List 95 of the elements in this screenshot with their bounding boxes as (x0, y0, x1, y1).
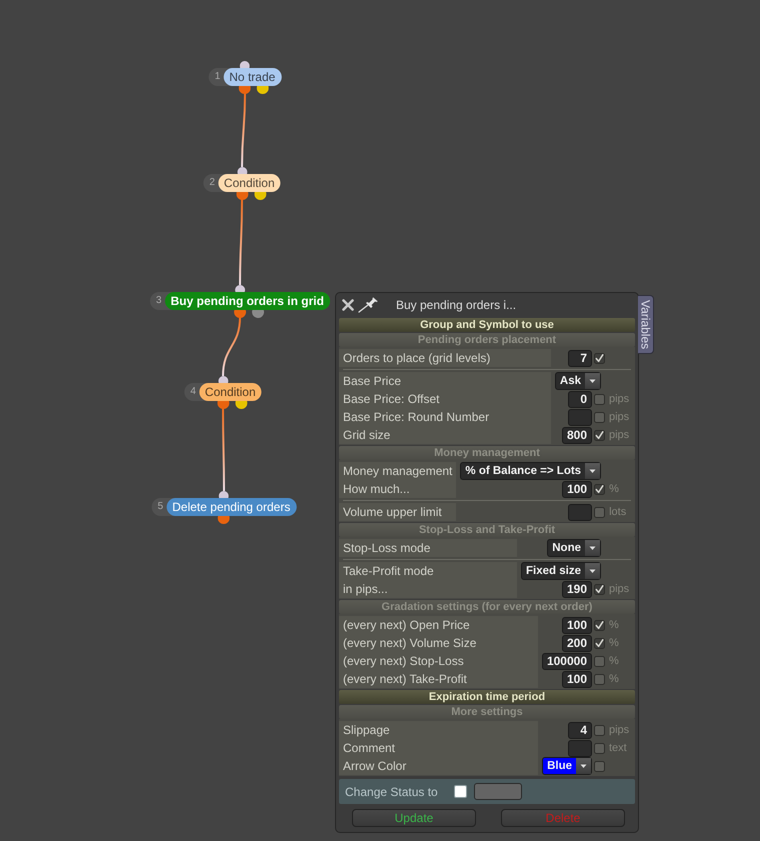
connector-line (222, 316, 241, 376)
section-header[interactable]: Group and Symbol to use (339, 318, 635, 332)
flow-node[interactable]: 5 Delete pending orders (152, 498, 296, 516)
node-label: Condition (198, 383, 262, 401)
dropdown[interactable]: Blue (542, 757, 592, 775)
status-label: Change Status to (345, 784, 438, 798)
close-icon (342, 299, 354, 311)
checkbox[interactable] (594, 638, 605, 648)
checkbox[interactable] (594, 352, 605, 364)
checkbox[interactable] (594, 620, 605, 630)
checkbox[interactable] (594, 760, 605, 772)
value-field[interactable]: 800 (562, 426, 592, 444)
panel-title: Buy pending orders i... (396, 298, 516, 312)
value-field[interactable]: 7 (568, 350, 592, 366)
side-tab[interactable]: Variables (638, 295, 654, 354)
unit-label: lots (609, 506, 626, 518)
row-label: (every next) Stop-Loss (339, 652, 538, 670)
unit-label: text (609, 742, 627, 754)
unit-label: pips (609, 411, 630, 423)
value-field[interactable]: 100 (562, 480, 592, 498)
dropdown[interactable]: % of Balance => Lots (460, 462, 602, 480)
value-field[interactable]: 100000 (542, 652, 592, 670)
value-field[interactable]: 4 (568, 722, 592, 738)
status-field[interactable] (474, 783, 522, 800)
value-field[interactable] (568, 408, 592, 426)
checkbox[interactable] (594, 506, 606, 518)
dropdown[interactable]: None (547, 539, 601, 557)
row-label: Comment (339, 739, 538, 757)
checkbox[interactable] (594, 394, 605, 404)
caret-icon (585, 373, 600, 389)
value-field[interactable]: 100 (562, 616, 592, 634)
value-field[interactable]: 190 (562, 580, 592, 598)
flow-node[interactable]: 1 No trade (208, 68, 282, 86)
caret-icon (585, 563, 600, 579)
unit-label: % (609, 673, 619, 685)
checkbox[interactable] (594, 484, 606, 494)
row-label: Base Price: Offset (339, 390, 551, 408)
row-label: Base Price (339, 372, 551, 390)
row-label: Slippage (339, 721, 538, 739)
checkbox[interactable] (594, 430, 605, 440)
value-field[interactable] (568, 740, 592, 756)
row-label: Stop-Loss mode (339, 539, 518, 557)
node-number: 4 (189, 385, 197, 399)
checkbox[interactable] (594, 742, 605, 754)
node-number: 2 (208, 176, 216, 190)
node-label: Condition (218, 174, 281, 192)
value-field[interactable]: 0 (568, 390, 592, 408)
dropdown[interactable]: Ask (554, 372, 601, 390)
row-label: Take-Profit mode (339, 562, 518, 580)
row-label: Money management (339, 462, 456, 480)
dropdown[interactable]: Fixed size (521, 562, 601, 580)
flow-node[interactable]: 2 Condition (203, 174, 281, 192)
row-label: Base Price: Round Number (339, 408, 551, 426)
unit-label: % (609, 655, 619, 667)
node-label: No trade (223, 68, 282, 86)
pin-button[interactable] (358, 297, 380, 313)
checkbox[interactable] (594, 674, 605, 684)
caret-icon (576, 758, 591, 774)
node-label: Delete pending orders (166, 498, 296, 516)
checkbox[interactable] (594, 724, 605, 736)
unit-label: pips (609, 583, 630, 595)
value-field[interactable]: 100 (562, 670, 592, 688)
unit-label: pips (609, 429, 630, 441)
row-label: in pips... (339, 580, 518, 598)
checkbox[interactable] (594, 584, 605, 594)
caret-icon (585, 540, 600, 556)
unit-label: % (609, 619, 619, 631)
unit-label: % (609, 637, 619, 649)
checkbox[interactable] (454, 785, 467, 798)
node-number: 1 (214, 70, 222, 84)
node-number: 5 (156, 500, 164, 514)
row-label: Volume upper limit (339, 503, 456, 521)
value-field[interactable] (568, 504, 592, 520)
update-button[interactable]: Update (352, 809, 476, 827)
unit-label: pips (609, 393, 630, 405)
flow-node[interactable]: 3 Buy pending orders in grid (150, 292, 330, 310)
row-label: (every next) Open Price (339, 616, 538, 634)
node-number: 3 (155, 294, 163, 308)
row-label: Orders to place (grid levels) (339, 349, 551, 367)
pin-icon (358, 297, 380, 313)
row-label: (every next) Volume Size (339, 634, 538, 652)
checkbox[interactable] (594, 412, 605, 422)
value-field[interactable]: 200 (562, 634, 592, 652)
unit-label: % (609, 483, 619, 495)
flow-node[interactable]: 4 Condition (184, 383, 262, 401)
row-label: (every next) Take-Profit (339, 670, 538, 688)
unit-label: pips (609, 724, 630, 736)
checkbox[interactable] (594, 656, 605, 666)
row-label: Grid size (339, 426, 551, 444)
row-label: Arrow Color (339, 757, 538, 775)
node-label: Buy pending orders in grid (164, 292, 330, 310)
caret-icon (585, 463, 600, 479)
close-button[interactable] (342, 299, 354, 311)
section-header[interactable]: Expiration time period (339, 690, 635, 704)
row-label: How much... (339, 480, 456, 498)
